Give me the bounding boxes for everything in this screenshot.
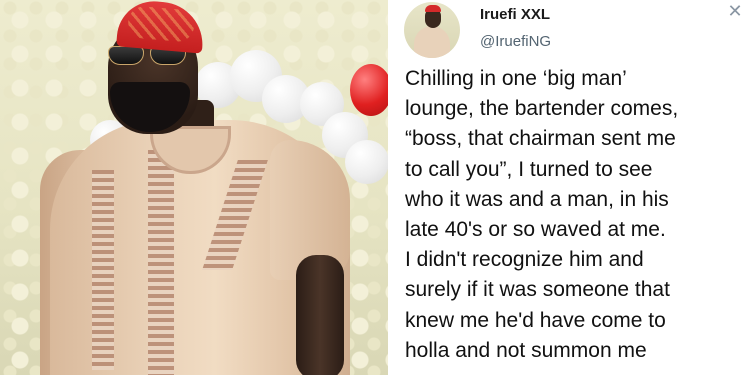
author-handle[interactable]: @IruefiNG <box>480 33 551 50</box>
author-name[interactable]: Iruefi XXL <box>480 6 550 23</box>
tweet-card: Iruefi XXL @IruefiNG ✕ Chilling in one ‘… <box>388 0 750 375</box>
man-in-agbada <box>0 0 388 375</box>
embroidery-stripe <box>148 150 174 375</box>
embroidery-stripe <box>92 170 114 370</box>
red-cap <box>116 0 206 54</box>
photo-panel <box>0 0 388 375</box>
arm <box>296 255 344 375</box>
avatar[interactable] <box>404 2 460 58</box>
close-icon[interactable]: ✕ <box>724 0 746 22</box>
tweet-text: Chilling in one ‘big man’ lounge, the ba… <box>405 67 679 362</box>
